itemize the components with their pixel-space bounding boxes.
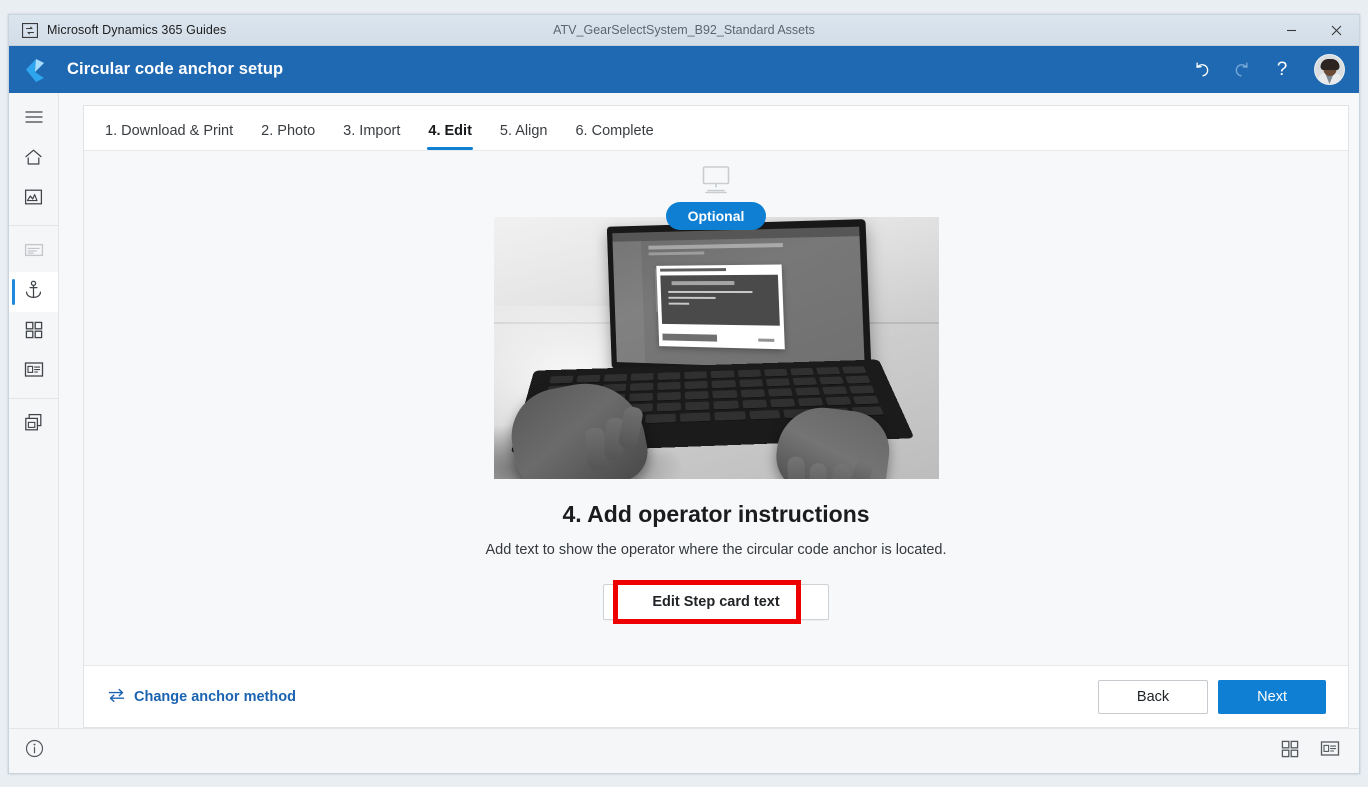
photo-screen-sidebar (612, 241, 645, 364)
anchor-icon (24, 280, 43, 305)
minimize-button[interactable] (1269, 15, 1314, 45)
window-controls (1269, 15, 1359, 45)
avatar[interactable] (1314, 54, 1345, 85)
app-root: Microsoft Dynamics 365 Guides ATV_GearSe… (0, 0, 1368, 787)
content-area: 1. Download & Print 2. Photo 3. Import 4… (59, 93, 1359, 728)
edit-step-card-text-wrapper: Edit Step card text (603, 580, 829, 624)
tab-photo[interactable]: 2. Photo (247, 123, 329, 150)
text-lines-icon (24, 242, 44, 263)
tab-align[interactable]: 5. Align (486, 123, 562, 150)
photo-dialog-primary-button (661, 333, 717, 342)
grid-four-squares-icon (1281, 740, 1299, 763)
photo-screen-subtabs (648, 251, 704, 256)
info-circle-icon (25, 739, 44, 763)
sidebar-divider-2 (9, 398, 58, 399)
step-title: 4. Add operator instructions (562, 501, 870, 527)
sidebar-item-steps-grid[interactable] (9, 312, 58, 352)
back-button[interactable]: Back (1097, 679, 1209, 714)
sidebar-item-outline[interactable] (9, 232, 58, 272)
title-bar: Microsoft Dynamics 365 Guides ATV_GearSe… (9, 15, 1359, 46)
close-button[interactable] (1314, 15, 1359, 45)
wizard-footer: Change anchor method Back Next (84, 665, 1348, 727)
photo-dialog-title (659, 268, 726, 272)
redo-icon[interactable] (1224, 53, 1260, 87)
change-anchor-method-link[interactable]: Change anchor method (108, 688, 296, 706)
sidebar-item-step-card[interactable] (9, 352, 58, 392)
optional-badge: Optional (665, 202, 767, 230)
step-pane: Optional 4. Add operator instructions Ad… (84, 151, 1348, 665)
sidebar-item-media[interactable] (9, 179, 58, 219)
card-view-button[interactable] (1317, 738, 1343, 764)
sidebar-item-anchor[interactable] (9, 272, 58, 312)
photo-dialog-cancel-button (757, 338, 774, 342)
info-button[interactable] (9, 739, 59, 763)
card-layout-icon (1320, 740, 1340, 762)
tab-download-print[interactable]: 1. Download & Print (105, 123, 247, 150)
sidebar (9, 93, 59, 728)
sidebar-divider-1 (9, 225, 58, 226)
card-layout-icon (24, 361, 44, 383)
title-bar-left: Microsoft Dynamics 365 Guides (9, 22, 227, 38)
copy-pages-icon (24, 413, 43, 437)
sidebar-item-menu[interactable] (9, 99, 58, 139)
application-window: Microsoft Dynamics 365 Guides ATV_GearSe… (8, 14, 1360, 774)
page-title: Circular code anchor setup (67, 60, 284, 78)
status-bar-views (1277, 738, 1343, 764)
header-actions: ? (1184, 53, 1345, 87)
dynamics-guides-logo (21, 55, 55, 85)
undo-icon[interactable] (1184, 53, 1220, 87)
photo-dialog-step-3 (668, 302, 689, 305)
tab-edit[interactable]: 4. Edit (414, 123, 486, 150)
status-bar (9, 728, 1359, 773)
sidebar-item-home[interactable] (9, 139, 58, 179)
photo-laptop-screen (611, 226, 865, 371)
photo-dialog-body (659, 274, 780, 326)
help-button[interactable]: ? (1264, 53, 1300, 87)
footer-buttons: Back Next (1097, 679, 1326, 714)
photo-dialog-heading (671, 281, 734, 286)
photo-screen-tabs (647, 243, 783, 250)
step-description: Add text to show the operator where the … (485, 542, 947, 558)
tab-complete[interactable]: 6. Complete (561, 123, 667, 150)
image-icon (24, 188, 43, 211)
hamburger-menu-icon (24, 110, 43, 129)
instruction-photo (493, 217, 939, 479)
next-button[interactable]: Next (1218, 679, 1326, 714)
avatar-hair (1320, 59, 1339, 70)
sidebar-item-copy[interactable] (9, 405, 58, 445)
wizard-tabs: 1. Download & Print 2. Photo 3. Import 4… (84, 106, 1348, 151)
swap-arrows-icon (108, 688, 125, 706)
home-icon (24, 148, 43, 171)
app-name-label: Microsoft Dynamics 365 Guides (47, 23, 227, 37)
guides-app-icon (22, 22, 38, 38)
change-anchor-method-label: Change anchor method (134, 688, 296, 705)
photo-dialog-step-2 (667, 296, 716, 299)
photo-dialog-step-1 (667, 290, 752, 294)
grid-four-squares-icon (25, 321, 43, 344)
grid-view-button[interactable] (1277, 738, 1303, 764)
wizard-card: 1. Download & Print 2. Photo 3. Import 4… (83, 105, 1349, 728)
app-header: Circular code anchor setup ? (9, 46, 1359, 93)
edit-step-card-text-button[interactable]: Edit Step card text (603, 584, 829, 620)
desktop-monitor-icon (699, 165, 733, 200)
tab-import[interactable]: 3. Import (329, 123, 414, 150)
photo-screen-dialog (655, 264, 785, 350)
body: 1. Download & Print 2. Photo 3. Import 4… (9, 93, 1359, 728)
photo-laptop-lid (606, 219, 872, 379)
